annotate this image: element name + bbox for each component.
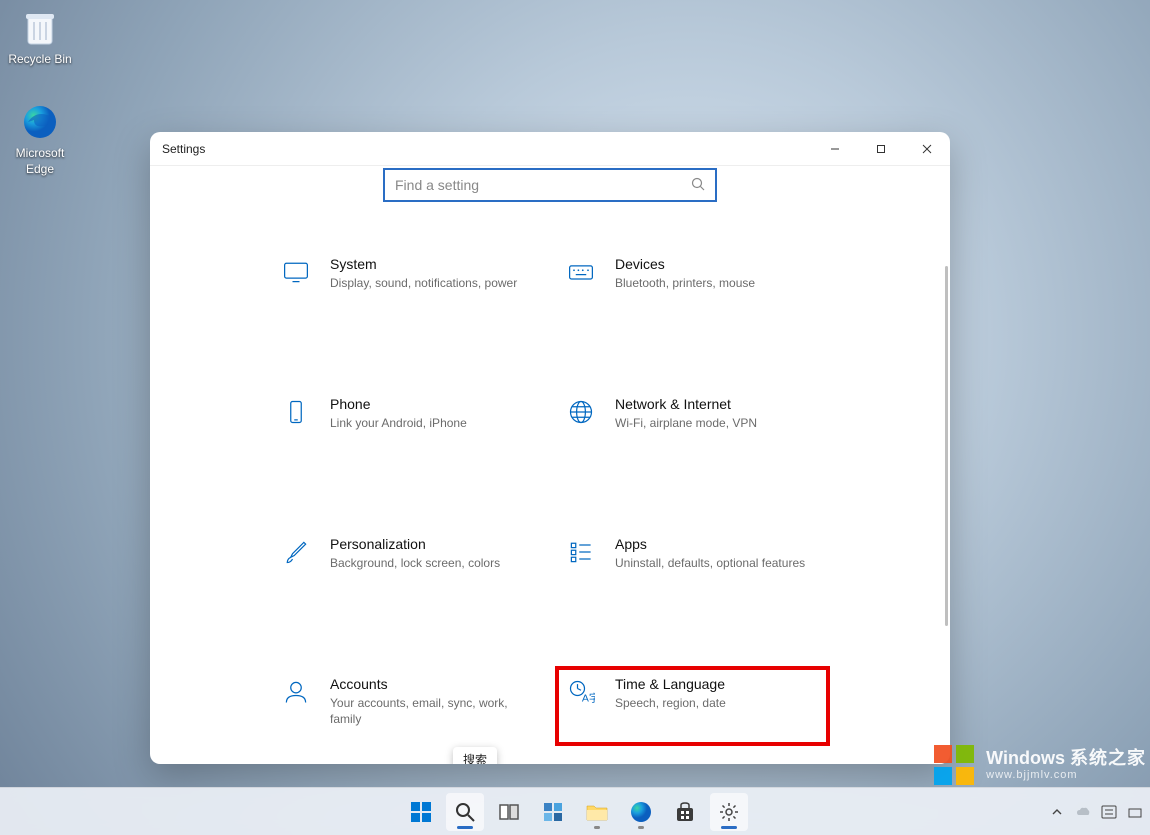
close-button[interactable]: [904, 132, 950, 166]
keyboard-icon: [565, 258, 597, 290]
search-input[interactable]: [395, 177, 691, 193]
desktop-icon-edge[interactable]: Microsoft Edge: [2, 102, 78, 177]
show-hidden-icons[interactable]: [1048, 803, 1066, 821]
windows-logo-icon: [930, 741, 978, 789]
category-desc: Link your Android, iPhone: [330, 415, 529, 431]
category-title: Phone: [330, 396, 529, 412]
category-title: Personalization: [330, 536, 529, 552]
onedrive-tray-icon[interactable]: [1074, 803, 1092, 821]
category-desc: Uninstall, defaults, optional features: [615, 555, 814, 571]
taskbar: [0, 787, 1150, 835]
store-button[interactable]: [666, 793, 704, 831]
category-accounts[interactable]: Accounts Your accounts, email, sync, wor…: [270, 666, 545, 746]
edge-icon: [20, 102, 60, 142]
globe-icon: [565, 398, 597, 430]
apps-list-icon: [565, 538, 597, 570]
edge-taskbar-button[interactable]: [622, 793, 660, 831]
category-title: Devices: [615, 256, 814, 272]
category-title: Time & Language: [615, 676, 814, 692]
maximize-button[interactable]: [858, 132, 904, 166]
ime-tray-icon[interactable]: [1100, 803, 1118, 821]
settings-taskbar-button[interactable]: [710, 793, 748, 831]
person-icon: [280, 678, 312, 710]
category-apps[interactable]: Apps Uninstall, defaults, optional featu…: [555, 526, 830, 606]
taskbar-search-button[interactable]: [446, 793, 484, 831]
widgets-button[interactable]: [534, 793, 572, 831]
settings-window: Settings Syst: [150, 132, 950, 764]
search-icon: [691, 177, 705, 194]
category-desc: Bluetooth, printers, mouse: [615, 275, 814, 291]
recycle-bin-icon: [20, 8, 60, 48]
category-desc: Wi-Fi, airplane mode, VPN: [615, 415, 814, 431]
category-desc: Your accounts, email, sync, work, family: [330, 695, 529, 727]
category-desc: Speech, region, date: [615, 695, 814, 711]
file-explorer-button[interactable]: [578, 793, 616, 831]
taskbar-center: [402, 793, 748, 831]
watermark-url: www.bjjmlv.com: [986, 769, 1146, 782]
watermark-brand: Windows: [986, 748, 1065, 768]
desktop-icon-label: Microsoft Edge: [2, 146, 78, 177]
window-title: Settings: [162, 142, 205, 156]
phone-icon: [280, 398, 312, 430]
search-box[interactable]: [383, 168, 717, 202]
display-icon: [280, 258, 312, 290]
category-title: System: [330, 256, 529, 272]
category-phone[interactable]: Phone Link your Android, iPhone: [270, 386, 545, 466]
start-button[interactable]: [402, 793, 440, 831]
watermark-cn: 系统之家: [1070, 748, 1146, 768]
category-title: Network & Internet: [615, 396, 814, 412]
category-desc: Display, sound, notifications, power: [330, 275, 529, 291]
category-title: Accounts: [330, 676, 529, 692]
category-system[interactable]: System Display, sound, notifications, po…: [270, 246, 545, 326]
category-personalization[interactable]: Personalization Background, lock screen,…: [270, 526, 545, 606]
paintbrush-icon: [280, 538, 312, 570]
settings-categories: System Display, sound, notifications, po…: [270, 246, 830, 764]
settings-body: System Display, sound, notifications, po…: [150, 166, 950, 764]
category-network[interactable]: Network & Internet Wi-Fi, airplane mode,…: [555, 386, 830, 466]
titlebar: Settings: [150, 132, 950, 166]
category-title: Apps: [615, 536, 814, 552]
system-tray: [1048, 803, 1144, 821]
scrollbar-thumb[interactable]: [945, 266, 948, 626]
watermark: Windows 系统之家 www.bjjmlv.com: [930, 741, 1146, 789]
desktop-icon-label: Recycle Bin: [2, 52, 78, 68]
time-language-icon: A字: [565, 678, 597, 710]
svg-text:A字: A字: [582, 692, 595, 705]
task-view-button[interactable]: [490, 793, 528, 831]
category-desc: Background, lock screen, colors: [330, 555, 529, 571]
category-devices[interactable]: Devices Bluetooth, printers, mouse: [555, 246, 830, 326]
category-time-language[interactable]: A字 Time & Language Speech, region, date: [555, 666, 830, 746]
desktop-icon-recycle-bin[interactable]: Recycle Bin: [2, 8, 78, 68]
minimize-button[interactable]: [812, 132, 858, 166]
search-tooltip: 搜索: [453, 747, 497, 764]
network-tray-icon[interactable]: [1126, 803, 1144, 821]
